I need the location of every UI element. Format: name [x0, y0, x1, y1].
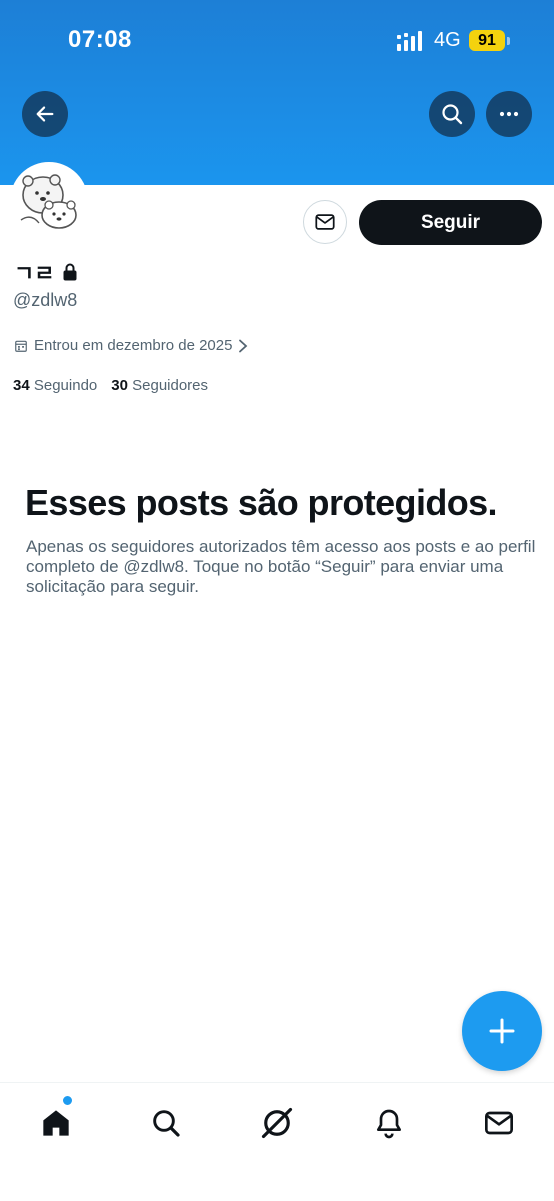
protected-description: Apenas os seguidores autorizados têm ace…	[26, 537, 536, 596]
joined-date-link[interactable]: Entrou em dezembro de 2025	[14, 337, 248, 354]
home-unread-dot	[62, 1095, 73, 1106]
back-arrow-icon	[36, 106, 54, 122]
follow-button[interactable]: Seguir	[359, 200, 542, 245]
search-icon	[442, 104, 463, 125]
joined-date: Entrou em dezembro de 2025	[34, 337, 233, 354]
network-type: 4G	[434, 29, 461, 51]
search-icon	[153, 1110, 180, 1137]
plus-icon	[489, 1018, 515, 1044]
profile-handle: @zdlw8	[13, 290, 78, 310]
more-button[interactable]	[486, 91, 532, 137]
lock-icon	[63, 263, 77, 281]
calendar-icon	[15, 340, 27, 352]
battery-indicator: 91	[469, 30, 505, 51]
cellular-signal-icon	[397, 31, 422, 51]
more-icon	[499, 111, 519, 117]
nav-notifications[interactable]	[365, 1099, 413, 1147]
followers-label: Seguidores	[132, 377, 209, 394]
display-name: ㄱㄹ	[14, 262, 55, 287]
followers-count: 30	[111, 377, 128, 394]
search-button[interactable]	[429, 91, 475, 137]
grok-icon	[261, 1107, 293, 1139]
following-label: Seguindo	[33, 377, 98, 394]
followers-link[interactable]: 30 Seguidores	[111, 377, 208, 394]
following-count: 34	[13, 377, 30, 394]
nav-messages[interactable]	[475, 1099, 523, 1147]
envelope-icon	[315, 214, 335, 230]
protected-title: Esses posts são protegidos.	[25, 482, 498, 523]
compose-post-button[interactable]	[462, 991, 542, 1071]
display-name-row: ㄱㄹ	[14, 256, 78, 288]
avatar[interactable]	[10, 162, 88, 240]
nav-grok[interactable]	[253, 1099, 301, 1147]
follow-stats: 34 Seguindo 30 Seguidores	[13, 377, 208, 394]
notifications-icon	[377, 1109, 401, 1139]
avatar-bears-image	[20, 174, 77, 229]
messages-icon	[485, 1111, 513, 1135]
status-bar: 07:08 4G 91	[0, 0, 554, 84]
nav-search[interactable]	[142, 1099, 190, 1147]
home-icon	[43, 1110, 69, 1136]
bottom-navigation	[0, 1082, 554, 1201]
message-button[interactable]	[303, 200, 347, 244]
following-link[interactable]: 34 Seguindo	[13, 377, 97, 394]
battery-tip	[507, 37, 510, 45]
back-button[interactable]	[22, 91, 68, 137]
status-time: 07:08	[68, 26, 132, 53]
nav-home[interactable]	[32, 1099, 80, 1147]
chevron-right-icon	[239, 339, 248, 352]
